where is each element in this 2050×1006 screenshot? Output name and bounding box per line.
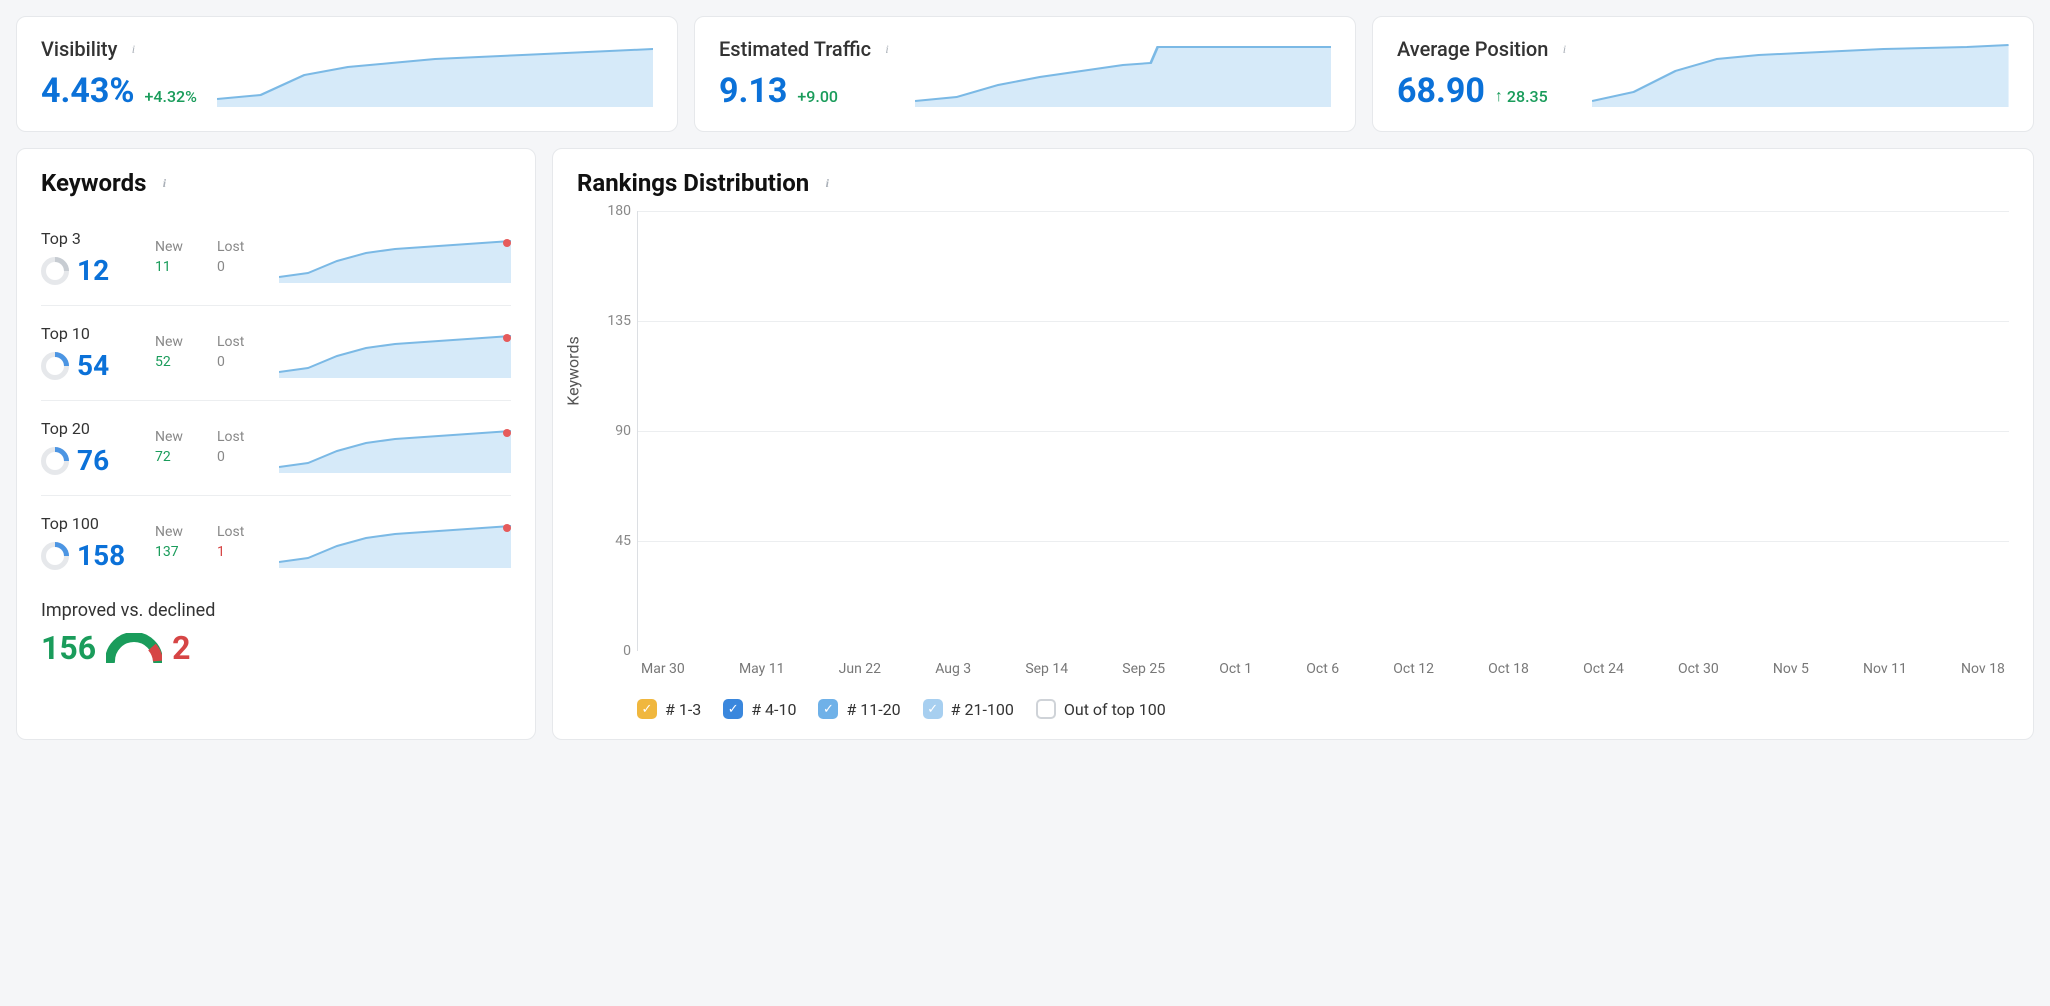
y-tick: 45 xyxy=(615,533,631,549)
position-delta: ↑ 28.35 xyxy=(1495,87,1548,107)
traffic-delta: +9.00 xyxy=(797,87,838,106)
position-label: Average Position i xyxy=(1397,37,1572,61)
x-tick: Oct 1 xyxy=(1219,661,1252,677)
kw-new: New72 xyxy=(155,428,203,467)
progress-ring-icon xyxy=(41,257,69,285)
keywords-row[interactable]: Top 3 12 New11 Lost0 xyxy=(41,211,511,306)
position-card[interactable]: Average Position i 68.90 ↑ 28.35 xyxy=(1372,16,2034,132)
visibility-sparkline xyxy=(217,37,653,107)
kw-bucket-label: Top 3 xyxy=(41,229,141,248)
y-tick: 135 xyxy=(607,313,631,329)
gauge-icon xyxy=(106,633,162,663)
x-tick: Sep 14 xyxy=(1025,661,1068,677)
kw-lost: Lost0 xyxy=(217,333,265,372)
x-tick: Nov 5 xyxy=(1773,661,1809,677)
keywords-title: Keywords i xyxy=(41,169,511,197)
traffic-card[interactable]: Estimated Traffic i 9.13 +9.00 xyxy=(694,16,1356,132)
progress-ring-icon xyxy=(41,542,69,570)
kw-value: 12 xyxy=(77,254,109,287)
visibility-value: 4.43% xyxy=(41,71,135,111)
traffic-sparkline xyxy=(915,37,1331,107)
y-axis-label: Keywords xyxy=(564,336,583,406)
y-tick: 90 xyxy=(615,423,631,439)
endpoint-dot-icon xyxy=(503,334,511,342)
kw-value: 158 xyxy=(77,539,125,572)
kw-bucket-label: Top 100 xyxy=(41,514,141,533)
visibility-delta: +4.32% xyxy=(145,87,197,106)
endpoint-dot-icon xyxy=(503,239,511,247)
kw-value: 54 xyxy=(77,349,109,382)
x-tick: Oct 6 xyxy=(1306,661,1339,677)
improved-label: Improved vs. declined xyxy=(41,600,511,621)
progress-ring-icon xyxy=(41,352,69,380)
kw-lost: Lost0 xyxy=(217,428,265,467)
rankings-chart: Keywords 180 135 90 45 0 xyxy=(577,211,2009,651)
x-axis: Mar 30 May 11 Jun 22 Aug 3 Sep 14 Sep 25 Oct 1… xyxy=(637,651,2009,677)
x-tick: Aug 3 xyxy=(935,661,971,677)
x-tick: Oct 12 xyxy=(1393,661,1434,677)
position-sparkline xyxy=(1592,37,2009,107)
x-tick: Oct 30 xyxy=(1678,661,1719,677)
keywords-row[interactable]: Top 20 76 New72 Lost0 xyxy=(41,401,511,496)
x-tick: Jun 22 xyxy=(839,661,881,677)
keywords-row[interactable]: Top 10 54 New52 Lost0 xyxy=(41,306,511,401)
kw-new: New11 xyxy=(155,238,203,277)
endpoint-dot-icon xyxy=(503,429,511,437)
endpoint-dot-icon xyxy=(503,524,511,532)
kw-sparkline xyxy=(279,233,511,283)
declined-count: 2 xyxy=(172,629,190,667)
rankings-panel: Rankings Distribution i Keywords 180 135… xyxy=(552,148,2034,740)
kw-sparkline xyxy=(279,423,511,473)
legend-11-20[interactable]: ✓# 11-20 xyxy=(818,699,900,719)
kw-value: 76 xyxy=(77,444,109,477)
traffic-value: 9.13 xyxy=(719,71,787,111)
chart-legend: ✓# 1-3 ✓# 4-10 ✓# 11-20 ✓# 21-100 Out of… xyxy=(637,677,2009,719)
arrow-up-icon: ↑ xyxy=(1495,86,1503,106)
legend-21-100[interactable]: ✓# 21-100 xyxy=(923,699,1014,719)
x-tick: Nov 18 xyxy=(1961,661,2005,677)
legend-1-3[interactable]: ✓# 1-3 xyxy=(637,699,701,719)
kw-lost: Lost1 xyxy=(217,523,265,562)
keywords-panel: Keywords i Top 3 12 New11 Lost0 Top 10 54 New5… xyxy=(16,148,536,740)
visibility-label: Visibility i xyxy=(41,37,197,61)
legend-out-of-100[interactable]: Out of top 100 xyxy=(1036,699,1166,719)
y-tick: 180 xyxy=(607,203,631,219)
progress-ring-icon xyxy=(41,447,69,475)
traffic-label: Estimated Traffic i xyxy=(719,37,895,61)
kw-new: New137 xyxy=(155,523,203,562)
info-icon[interactable]: i xyxy=(1556,41,1572,57)
improved-vs-declined: Improved vs. declined 156 2 xyxy=(41,600,511,667)
position-value: 68.90 xyxy=(1397,71,1485,111)
kw-sparkline xyxy=(279,518,511,568)
kw-new: New52 xyxy=(155,333,203,372)
x-tick: Oct 18 xyxy=(1488,661,1529,677)
x-tick: Mar 30 xyxy=(641,661,685,677)
x-tick: Oct 24 xyxy=(1583,661,1624,677)
rankings-title: Rankings Distribution i xyxy=(577,169,2009,197)
info-icon[interactable]: i xyxy=(156,175,172,191)
info-icon[interactable]: i xyxy=(125,41,141,57)
legend-4-10[interactable]: ✓# 4-10 xyxy=(723,699,796,719)
visibility-card[interactable]: Visibility i 4.43% +4.32% xyxy=(16,16,678,132)
x-tick: Sep 25 xyxy=(1122,661,1165,677)
keywords-row[interactable]: Top 100 158 New137 Lost1 xyxy=(41,496,511,590)
info-icon[interactable]: i xyxy=(819,175,835,191)
info-icon[interactable]: i xyxy=(879,41,895,57)
kw-lost: Lost0 xyxy=(217,238,265,277)
improved-count: 156 xyxy=(41,629,96,667)
y-tick: 0 xyxy=(623,643,631,659)
kw-bucket-label: Top 10 xyxy=(41,324,141,343)
x-tick: May 11 xyxy=(739,661,785,677)
x-tick: Nov 11 xyxy=(1863,661,1907,677)
kw-sparkline xyxy=(279,328,511,378)
kw-bucket-label: Top 20 xyxy=(41,419,141,438)
